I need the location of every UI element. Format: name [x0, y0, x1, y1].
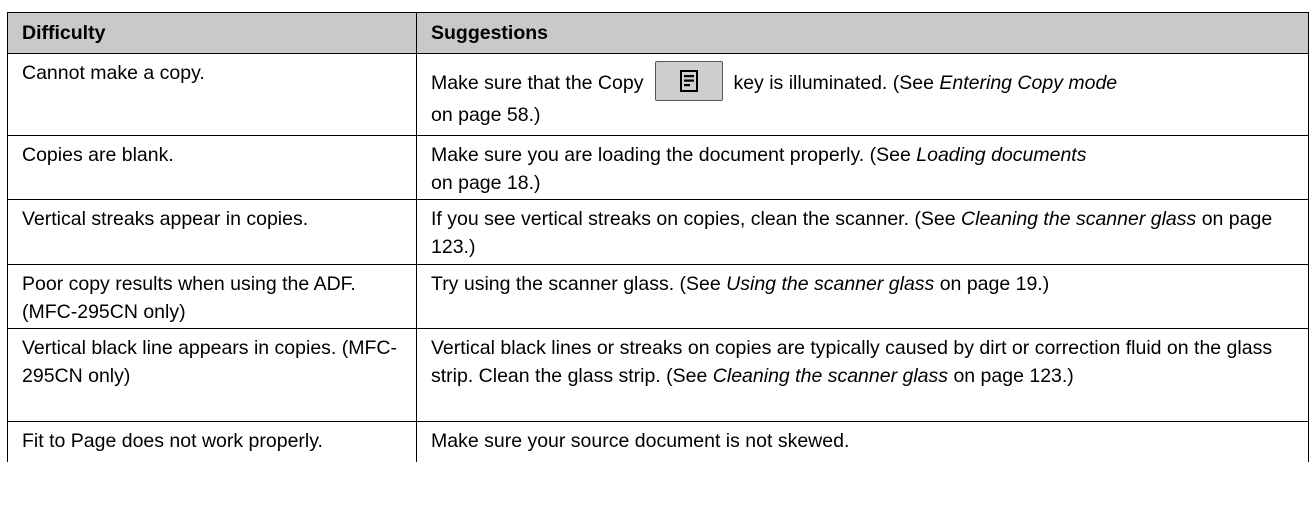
suggestion-text: on page 123.)	[948, 365, 1074, 387]
suggestion-cell: Make sure your source document is not sk…	[416, 421, 1309, 462]
suggestion-text: on page 58.)	[431, 104, 541, 126]
difficulty-cell: Vertical black line appears in copies. (…	[7, 328, 417, 422]
suggestion-text: Make sure that the Copy	[431, 72, 644, 95]
suggestion-text: Make sure you are loading the document p…	[431, 144, 917, 166]
copy-key-icon	[655, 61, 724, 101]
difficulty-cell: Cannot make a copy.	[7, 53, 417, 136]
header-suggestions: Suggestions	[416, 12, 1309, 54]
suggestion-text: Try using the scanner glass. (See	[431, 273, 727, 295]
suggestion-cell: Try using the scanner glass. (See Using …	[416, 264, 1309, 329]
table-row: Poor copy results when using the ADF. (M…	[7, 264, 1309, 329]
table-row: Cannot make a copy. Make sure that the C…	[7, 53, 1309, 136]
page: Difficulty Suggestions Cannot make a cop…	[0, 0, 1315, 522]
table-row: Vertical black line appears in copies. (…	[7, 328, 1309, 422]
cross-reference-link[interactable]: Cleaning the scanner glass	[713, 365, 948, 387]
suggestion-cell: Vertical black lines or streaks on copie…	[416, 328, 1309, 422]
table-row: Vertical streaks appear in copies. If yo…	[7, 199, 1309, 265]
suggestion-cell: If you see vertical streaks on copies, c…	[416, 199, 1309, 265]
suggestion-text: on page 18.)	[431, 172, 541, 194]
difficulty-cell: Fit to Page does not work properly.	[7, 421, 417, 462]
difficulty-cell: Copies are blank.	[7, 135, 417, 200]
table-row: Copies are blank. Make sure you are load…	[7, 135, 1309, 200]
table-row: Fit to Page does not work properly. Make…	[7, 421, 1309, 462]
suggestion-text: key is illuminated. (See	[733, 72, 940, 95]
header-difficulty: Difficulty	[7, 12, 417, 54]
cross-reference-link[interactable]: Loading documents	[916, 144, 1086, 166]
difficulty-cell: Poor copy results when using the ADF. (M…	[7, 264, 417, 329]
cross-reference-link[interactable]: Cleaning the scanner glass	[961, 208, 1196, 230]
difficulty-cell: Vertical streaks appear in copies.	[7, 199, 417, 265]
table-header-row: Difficulty Suggestions	[7, 12, 1309, 54]
suggestion-cell: Make sure you are loading the document p…	[416, 135, 1309, 200]
troubleshooting-table: Difficulty Suggestions Cannot make a cop…	[7, 12, 1309, 462]
cross-reference-link[interactable]: Entering Copy mode	[939, 72, 1117, 94]
suggestion-text: If you see vertical streaks on copies, c…	[431, 208, 962, 230]
cross-reference-link[interactable]: Using the scanner glass	[726, 273, 934, 295]
suggestion-cell: Make sure that the Copy key is illuminate…	[416, 53, 1309, 136]
suggestion-text: on page 19.)	[934, 273, 1050, 295]
